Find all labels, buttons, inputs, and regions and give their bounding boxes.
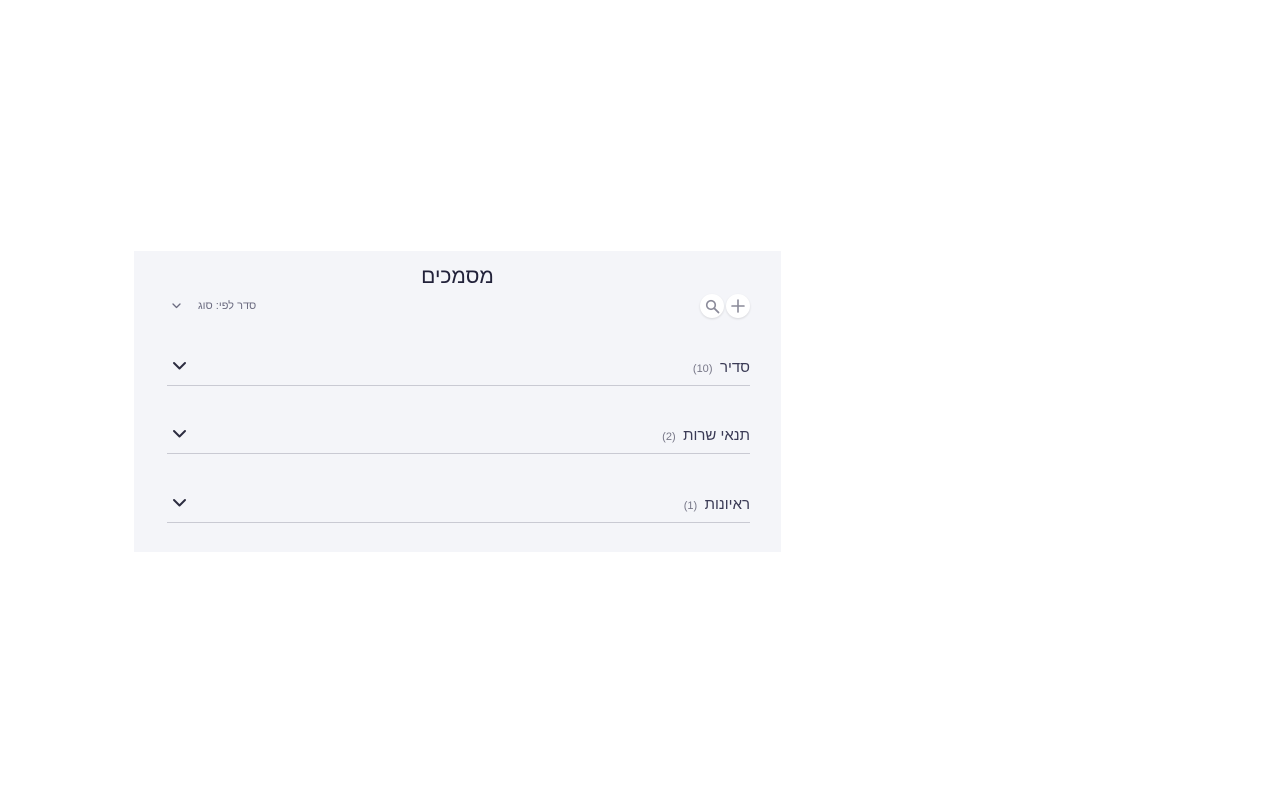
section-header-interviews[interactable]: ראיונות (1): [167, 488, 750, 523]
add-button[interactable]: [726, 294, 750, 318]
section-header-service-terms[interactable]: תנאי שרות (2): [167, 419, 750, 454]
section-name: סדיר: [719, 359, 750, 376]
page-title: מסמכים: [421, 265, 494, 288]
search-button[interactable]: [700, 294, 724, 318]
section-count: (1): [683, 500, 698, 512]
section-name: תנאי שרות: [683, 427, 750, 444]
sort-dropdown[interactable]: סדר לפי: סוג: [172, 298, 256, 314]
section-count: (2): [662, 431, 676, 443]
sort-label: סדר לפי: סוג: [198, 300, 257, 312]
section-label: סדיר (10): [693, 359, 750, 377]
section-label: ראיונות (1): [684, 496, 750, 514]
chevron-down-icon[interactable]: [172, 498, 187, 508]
chevron-down-icon[interactable]: [172, 429, 187, 439]
section-count: (10): [692, 363, 713, 375]
chevron-down-icon[interactable]: [172, 361, 187, 371]
chevron-down-icon: [172, 303, 181, 309]
section-label: תנאי שרות (2): [662, 427, 750, 445]
documents-panel: מסמכים סדר לפי: סוג סדיר (10) תנאי שרות: [134, 251, 781, 552]
section-header-regular[interactable]: סדיר (10): [167, 351, 750, 386]
search-icon: [705, 299, 719, 313]
plus-icon: [731, 299, 745, 313]
section-name: ראיונות: [704, 496, 750, 513]
